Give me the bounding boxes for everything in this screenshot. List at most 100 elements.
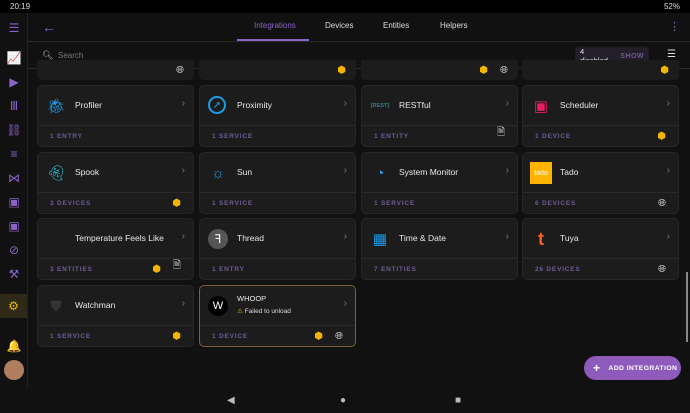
integration-card-tuya[interactable]: t Tuya › 26 DEVICES 🌐︎ — [522, 218, 679, 280]
sidebar-item-network[interactable]: ⛓ — [6, 122, 22, 138]
card-partial[interactable]: 🌐︎ — [37, 60, 194, 80]
chevron-right-icon: › — [666, 98, 670, 109]
rest-icon: [REST] — [370, 103, 390, 109]
card-partial[interactable]: ⬢ — [522, 60, 679, 80]
integration-card-temperature-feels-like[interactable]: Temperature Feels Like › 3 ENTITIES ⬢ 🗎 — [37, 218, 194, 280]
sidebar-item-logbook[interactable]: Ⅲ — [6, 98, 22, 114]
cloud-icon: 🌐︎ — [335, 331, 343, 342]
card-title: Tado — [560, 167, 579, 177]
tado-logo-icon: tado — [530, 162, 552, 184]
add-integration-label: ADD INTEGRATION — [608, 364, 678, 372]
integration-card-thread[interactable]: ꟻ Thread › 1 ENTRY — [199, 218, 356, 280]
integration-card-system-monitor[interactable]: ◔ System Monitor › 1 SERVICE — [361, 152, 518, 214]
avatar[interactable] — [4, 360, 24, 380]
tab-helpers[interactable]: Helpers — [440, 21, 468, 30]
status-bar: 20:19 52% — [0, 0, 690, 13]
card-partial[interactable]: ⬢ 🌐︎ — [361, 60, 518, 80]
sidebar: ☰ 📈 ▶ Ⅲ ⛓ ≡ ⋈ ▣ ▣ ⊘ ⚒ ⚙ 🔔 — [0, 13, 28, 388]
card-count-link[interactable]: 1 SERVICE — [212, 133, 253, 140]
search-input[interactable]: Search — [58, 51, 83, 60]
integration-card-profiler[interactable]: 🐞︎ Profiler › 1 ENTRY — [37, 85, 194, 147]
sidebar-item-media[interactable]: ▶ — [6, 74, 22, 90]
chevron-right-icon: › — [181, 231, 185, 242]
tab-devices[interactable]: Devices — [325, 21, 353, 30]
chevron-right-icon: › — [505, 98, 509, 109]
calendar-clock-icon: ▦ — [372, 231, 388, 248]
cloud-icon: 🌐︎ — [658, 198, 666, 209]
chevron-right-icon: › — [181, 298, 185, 309]
chevron-right-icon: › — [666, 231, 670, 242]
top-bar: ← Integrations Devices Entities Helpers … — [28, 13, 690, 42]
chevron-right-icon: › — [505, 165, 509, 176]
integration-card-watchman[interactable]: ⛊ Watchman › 1 SERVICE ⬢ — [37, 285, 194, 347]
integration-card-whoop[interactable]: W WHOOP ⚠ Failed to unload › 1 DEVICE ⬢ 🌐… — [199, 285, 356, 347]
card-count-link[interactable]: 26 DEVICES — [535, 266, 581, 273]
custom-integration-icon: ⬢ — [172, 331, 181, 342]
card-count-link[interactable]: 7 ENTITIES — [374, 266, 417, 273]
integration-card-restful[interactable]: [REST] RESTful › 1 ENTITY 🗎 — [361, 85, 518, 147]
back-arrow-icon[interactable]: ← — [42, 19, 56, 35]
ghost-icon: 👻︎ — [46, 165, 66, 182]
sidebar-item-settings[interactable]: ⚙ — [0, 294, 27, 318]
integration-card-sun[interactable]: ☼ Sun › 1 SERVICE — [199, 152, 356, 214]
chevron-right-icon: › — [181, 98, 185, 109]
custom-integration-icon: ⬢ — [657, 131, 666, 142]
card-count-link[interactable]: 3 ENTITIES — [50, 266, 93, 273]
compass-icon: ➚ — [208, 96, 226, 114]
calendar-icon: ▣ — [533, 98, 549, 115]
scrollbar[interactable] — [686, 272, 688, 342]
custom-integration-icon: ⬢ — [314, 331, 323, 342]
card-title: Time & Date — [399, 233, 446, 243]
menu-icon[interactable]: ☰ — [6, 20, 22, 36]
card-count-link[interactable]: 1 SERVICE — [212, 200, 253, 207]
sidebar-item-nodered[interactable]: ⊘ — [6, 242, 22, 258]
nav-home-icon[interactable]: ● — [340, 395, 346, 406]
integration-card-time-date[interactable]: ▦ Time & Date › 7 ENTITIES — [361, 218, 518, 280]
add-integration-button[interactable]: + ADD INTEGRATION — [584, 356, 681, 380]
integration-card-spook[interactable]: 👻︎ Spook › 3 DEVICES ⬢ — [37, 152, 194, 214]
sidebar-item-vscode[interactable]: ⋈ — [6, 170, 22, 186]
nav-back-icon[interactable]: ◀ — [227, 395, 235, 406]
chevron-right-icon: › — [343, 98, 347, 109]
integration-card-scheduler[interactable]: ▣ Scheduler › 1 DEVICE ⬢ — [522, 85, 679, 147]
card-count-link[interactable]: 3 DEVICES — [50, 200, 91, 207]
chevron-right-icon: › — [343, 231, 347, 242]
card-count-link[interactable]: 1 ENTRY — [212, 266, 245, 273]
card-count-link[interactable]: 1 ENTITY — [374, 133, 409, 140]
filter-icon[interactable]: ☰ — [667, 49, 676, 60]
sidebar-item-terminal-2[interactable]: ▣ — [6, 218, 22, 234]
cloud-icon: 🌐︎ — [658, 264, 666, 275]
custom-integration-icon: ⬢ — [479, 65, 488, 76]
chevron-right-icon: › — [181, 165, 185, 176]
card-count-link[interactable]: 6 DEVICES — [535, 200, 576, 207]
card-title: Thread — [237, 233, 264, 243]
sidebar-item-energy[interactable]: 📈 — [6, 50, 22, 66]
more-options-icon[interactable]: ⋮ — [669, 20, 680, 33]
yaml-file-icon: 🗎 — [172, 260, 181, 271]
card-count-link[interactable]: 1 DEVICE — [212, 333, 248, 340]
sidebar-item-database[interactable]: ≡ — [6, 146, 22, 162]
tab-entities[interactable]: Entities — [383, 21, 409, 30]
card-count-link[interactable]: 1 DEVICE — [535, 133, 571, 140]
show-disabled-button[interactable]: SHOW — [620, 53, 644, 60]
clock: 20:19 — [10, 2, 31, 11]
card-count-link[interactable]: 1 ENTRY — [50, 133, 83, 140]
chevron-right-icon: › — [343, 165, 347, 176]
sidebar-item-developer-tools[interactable]: ⚒ — [6, 266, 22, 282]
sidebar-item-terminal[interactable]: ▣ — [6, 194, 22, 210]
card-count-link[interactable]: 1 SERVICE — [374, 200, 415, 207]
tab-integrations[interactable]: Integrations — [254, 21, 296, 30]
notifications-icon[interactable]: 🔔 — [6, 338, 22, 354]
card-partial[interactable]: ⬢ — [199, 60, 356, 80]
integration-card-proximity[interactable]: ➚ Proximity › 1 SERVICE — [199, 85, 356, 147]
card-title: System Monitor — [399, 167, 459, 177]
warning-icon: ⚠ — [237, 308, 243, 315]
plus-icon: + — [593, 361, 601, 375]
nav-recents-icon[interactable]: ■ — [455, 395, 461, 406]
card-title: Spook — [75, 167, 100, 177]
card-count-link[interactable]: 1 SERVICE — [50, 333, 91, 340]
integration-card-tado[interactable]: tado Tado › 6 DEVICES 🌐︎ — [522, 152, 679, 214]
chevron-right-icon: › — [343, 298, 347, 309]
card-title: Tuya — [560, 233, 579, 243]
cloud-icon: 🌐︎ — [176, 65, 184, 76]
